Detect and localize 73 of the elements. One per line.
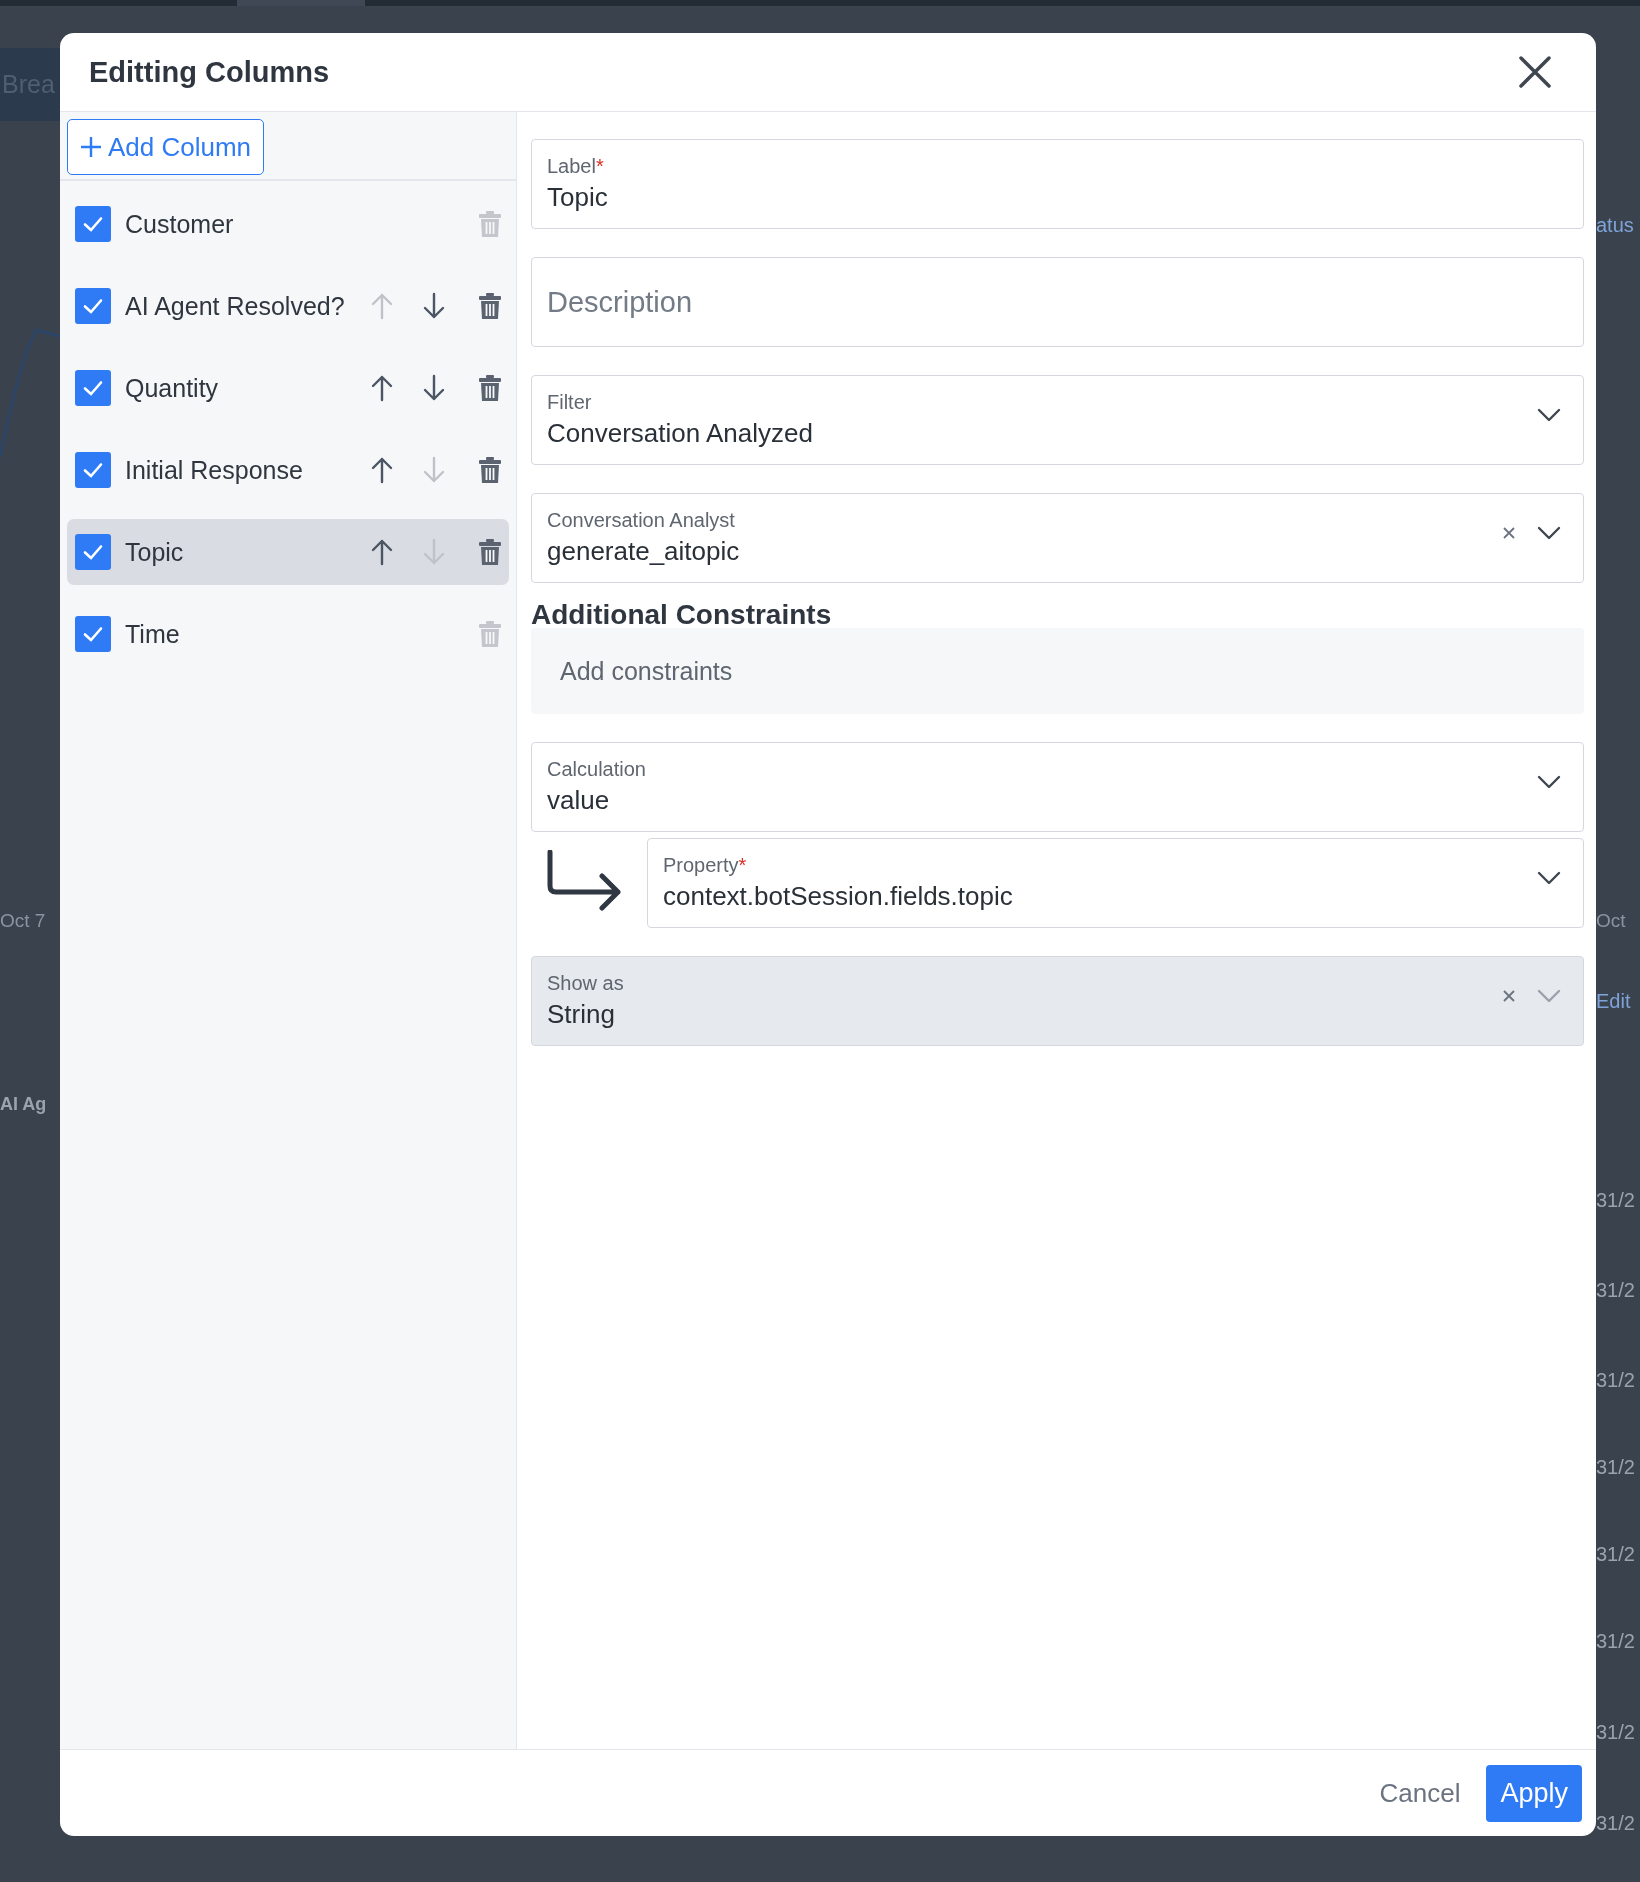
up-arrow-icon[interactable] — [371, 374, 393, 402]
cancel-button[interactable]: Cancel — [1375, 1773, 1465, 1813]
add-column-button[interactable]: Add Column — [67, 119, 265, 175]
placeholder: Add constraints — [560, 656, 733, 686]
field-value: Topic — [547, 182, 608, 213]
section-title: Additional Constraints — [531, 599, 832, 631]
column-label: AI Agent Resolved? — [125, 291, 346, 321]
checkbox[interactable] — [75, 452, 111, 488]
column-item[interactable]: AI Agent Resolved? — [67, 273, 509, 339]
chevron-down-icon[interactable] — [1537, 871, 1561, 885]
up-arrow-icon[interactable] — [371, 538, 393, 566]
column-item[interactable]: Initial Response — [67, 437, 509, 503]
column-item[interactable]: Quantity — [67, 355, 509, 421]
checkbox[interactable] — [75, 206, 111, 242]
field-value: Conversation Analyzed — [547, 418, 813, 449]
column-item[interactable]: Customer — [67, 191, 509, 257]
column-label: Topic — [125, 537, 185, 567]
field-label: Property* — [663, 854, 747, 877]
checkbox[interactable] — [75, 288, 111, 324]
down-arrow-icon[interactable] — [423, 374, 445, 402]
table-cell: 31/2 — [1596, 1279, 1635, 1302]
field-value: value — [547, 785, 610, 816]
column-item[interactable]: Topic — [67, 519, 509, 585]
turn-arrow-icon — [546, 850, 624, 912]
field-value: generate_aitopic — [547, 536, 740, 567]
table-cell: 31/2 — [1596, 1456, 1635, 1479]
plus-icon — [80, 136, 102, 158]
column-header: AI Ag — [0, 1094, 47, 1115]
close-icon[interactable] — [1518, 55, 1552, 89]
table-cell: 31/2 — [1596, 1369, 1635, 1392]
down-arrow-icon[interactable] — [423, 292, 445, 320]
up-arrow-icon[interactable] — [371, 456, 393, 484]
placeholder: Description — [547, 285, 693, 319]
chevron-down-icon[interactable] — [1537, 408, 1561, 422]
table-cell: 31/2 — [1596, 1812, 1635, 1835]
column-label: Customer — [125, 209, 235, 239]
column-label: Quantity — [125, 373, 220, 403]
trash-icon[interactable] — [479, 293, 501, 319]
table-cell: 31/2 — [1596, 1630, 1635, 1653]
trash-icon[interactable] — [479, 457, 501, 483]
column-label: Time — [125, 619, 181, 649]
description-field[interactable]: Description — [531, 257, 1584, 347]
field-label: Filter — [547, 391, 592, 414]
chevron-down-icon[interactable] — [1537, 775, 1561, 789]
select-field[interactable]: Property* context.botSession.fields.topic — [647, 838, 1584, 928]
field-value: String — [547, 999, 615, 1030]
field-label: Calculation — [547, 758, 646, 781]
table-cell: 31/2 — [1596, 1721, 1635, 1744]
trash-icon[interactable] — [479, 375, 501, 401]
clear-icon[interactable] — [1503, 527, 1515, 539]
chevron-down-icon[interactable] — [1537, 526, 1561, 540]
apply-button[interactable]: Apply — [1486, 1764, 1582, 1822]
field-label: Label* — [547, 155, 604, 178]
select-field[interactable]: Calculation value — [531, 742, 1584, 832]
dialog-title: Editting Columns — [89, 55, 330, 89]
axis-label: Oct 7 — [0, 910, 46, 932]
label-field[interactable]: Label* Topic — [531, 139, 1584, 229]
trash-icon[interactable] — [479, 539, 501, 565]
checkbox[interactable] — [75, 370, 111, 406]
column-header: atus — [1596, 214, 1634, 237]
field-label: Conversation Analyst — [547, 509, 735, 532]
select-field[interactable]: Conversation Analyst generate_aitopic — [531, 493, 1584, 583]
table-cell: 31/2 — [1596, 1543, 1635, 1566]
axis-label: Oct — [1596, 910, 1626, 932]
field-value: context.botSession.fields.topic — [663, 881, 1013, 912]
checkbox[interactable] — [75, 616, 111, 652]
column-item[interactable]: Time — [67, 601, 509, 667]
field-label: Show as — [547, 972, 624, 995]
constraints-field[interactable]: Add constraints — [531, 628, 1584, 714]
select-field[interactable]: Filter Conversation Analyzed — [531, 375, 1584, 465]
column-label: Initial Response — [125, 455, 304, 485]
checkbox[interactable] — [75, 534, 111, 570]
table-cell: 31/2 — [1596, 1189, 1635, 1212]
